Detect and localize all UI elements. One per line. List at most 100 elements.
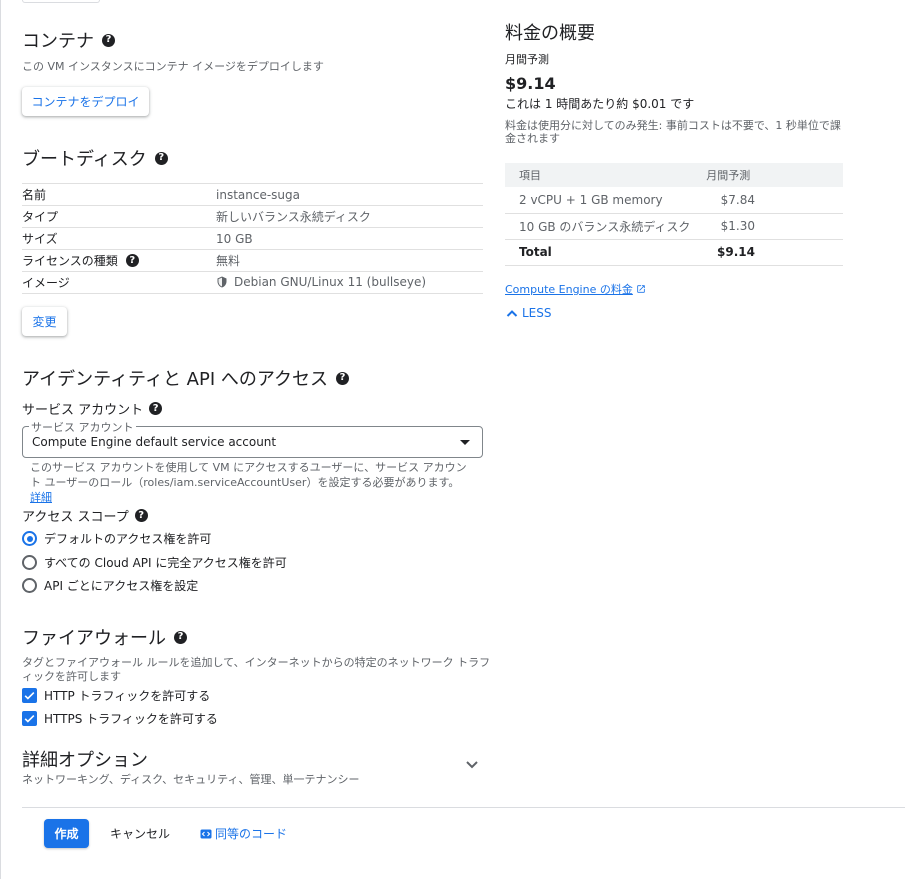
chevron-down-icon[interactable] <box>465 760 479 770</box>
chevron-up-icon <box>506 310 518 317</box>
radio-label: デフォルトのアクセス権を許可 <box>44 532 212 546</box>
http-checkbox[interactable]: HTTP トラフィックを許可する <box>22 687 210 704</box>
row-label-license: ライセンスの種類 ? <box>22 249 216 272</box>
top-tab-stub <box>22 0 100 3</box>
cost-breakdown-table: 項目 月間予測 2 vCPU + 1 GB memory $7.84 10 GB… <box>505 163 843 266</box>
table-row: 2 vCPU + 1 GB memory $7.84 <box>505 187 843 214</box>
help-icon[interactable]: ? <box>174 630 187 644</box>
https-checkbox[interactable]: HTTPS トラフィックを許可する <box>22 710 218 727</box>
radio-icon[interactable] <box>22 555 37 570</box>
total-label: Total <box>505 239 707 266</box>
table-header-row: 項目 月間予測 <box>505 163 843 187</box>
identity-title-text: アイデンティティと API へのアクセス <box>22 369 328 390</box>
table-row-total: Total $9.14 <box>505 239 843 266</box>
deploy-container-button[interactable]: コンテナをデプロイ <box>22 87 149 116</box>
help-icon[interactable]: ? <box>335 371 349 385</box>
advanced-options-subtitle: ネットワーキング、ディスク、セキュリティ、管理、単一テナンシー <box>22 773 360 786</box>
boot-disk-section-title: ブートディスク ? <box>22 145 168 171</box>
less-toggle[interactable]: LESS <box>506 306 552 320</box>
learn-more-link[interactable]: 詳細 <box>30 491 52 504</box>
row-label: サイズ <box>22 227 216 250</box>
cost-value: $7.84 <box>706 187 843 214</box>
boot-disk-title-text: ブートディスク <box>22 149 147 170</box>
equivalent-code-button[interactable]: 同等のコード <box>200 825 287 842</box>
checkbox-label: HTTPS トラフィックを許可する <box>44 712 218 726</box>
hourly-price: これは 1 時間あたり約 $0.01 です <box>505 97 695 111</box>
image-value-text: Debian GNU/Linux 11 (bullseye) <box>234 274 427 289</box>
pricing-summary-title: 料金の概要 <box>505 23 595 44</box>
help-icon[interactable]: ? <box>125 254 139 267</box>
radio-icon[interactable] <box>22 578 37 593</box>
advanced-options-title[interactable]: 詳細オプション <box>22 746 148 772</box>
checkbox-checked-icon[interactable] <box>22 688 37 703</box>
less-label: LESS <box>522 306 552 320</box>
row-value: instance-suga <box>216 183 483 206</box>
table-row: 名前 instance-suga <box>22 183 483 206</box>
firewall-title-text: ファイアウォール <box>22 628 166 649</box>
row-label: 名前 <box>22 183 216 206</box>
row-value-image: Debian GNU/Linux 11 (bullseye) <box>216 271 483 294</box>
monthly-price: $9.14 <box>505 74 556 93</box>
table-row: サイズ 10 GB <box>22 227 483 250</box>
code-icon <box>200 829 212 838</box>
help-icon[interactable]: ? <box>134 509 148 522</box>
scope-radio-default[interactable]: デフォルトのアクセス権を許可 <box>22 530 211 547</box>
firewall-description-line: ィックを許可します <box>22 670 121 683</box>
monthly-estimate-label: 月間予測 <box>505 53 549 66</box>
identity-section-title: アイデンティティと API へのアクセス ? <box>22 365 349 391</box>
change-boot-disk-button[interactable]: 変更 <box>22 307 67 336</box>
table-row: イメージ Debian GNU/Linux 11 (bullseye) <box>22 271 483 294</box>
cancel-button[interactable]: キャンセル <box>110 825 170 842</box>
license-label-text: ライセンスの種類 <box>22 254 118 268</box>
container-section-title: コンテナ ? <box>22 27 115 53</box>
page-left-border <box>0 0 1 879</box>
total-value: $9.14 <box>706 239 843 266</box>
pricing-note: 料金は使用分に対してのみ発生: 事前コストは不要で、1 秒単位で課金されます <box>505 119 841 145</box>
equivalent-code-label: 同等のコード <box>215 827 288 841</box>
service-account-select[interactable]: サービス アカウント Compute Engine default servic… <box>22 419 483 458</box>
radio-label: すべての Cloud API に完全アクセス権を許可 <box>44 556 287 570</box>
service-account-heading: サービス アカウント ? <box>22 399 163 418</box>
shield-icon <box>217 276 227 287</box>
row-value: 新しいバランス永続ディスク <box>216 205 483 228</box>
create-button[interactable]: 作成 <box>44 819 89 848</box>
scope-radio-full[interactable]: すべての Cloud API に完全アクセス権を許可 <box>22 554 287 571</box>
select-legend: サービス アカウント <box>29 419 136 435</box>
checkbox-checked-icon[interactable] <box>22 711 37 726</box>
table-row: ライセンスの種類 ? 無料 <box>22 249 483 272</box>
firewall-description-line: タグとファイアウォール ルールを追加して、インターネットからの特定のネットワーク… <box>22 656 491 669</box>
select-value: Compute Engine default service account <box>32 435 277 449</box>
footer-divider <box>22 807 905 808</box>
container-description: この VM インスタンスにコンテナ イメージをデプロイします <box>22 60 324 73</box>
scope-radio-per-api[interactable]: API ごとにアクセス権を設定 <box>22 577 198 594</box>
help-icon[interactable]: ? <box>102 33 115 47</box>
table-row: タイプ 新しいバランス永続ディスク <box>22 205 483 228</box>
column-header: 月間予測 <box>706 163 843 187</box>
radio-selected-icon[interactable] <box>22 531 37 546</box>
table-row: 10 GB のバランス永続ディスク $1.30 <box>505 213 843 240</box>
firewall-section-title: ファイアウォール ? <box>22 624 187 650</box>
cost-value: $1.30 <box>706 213 843 240</box>
dropdown-arrow-icon <box>460 440 470 445</box>
firewall-description: タグとファイアウォール ルールを追加して、インターネットからの特定のネットワーク… <box>22 656 490 684</box>
checkbox-label: HTTP トラフィックを許可する <box>44 689 211 703</box>
boot-disk-table: 名前 instance-suga タイプ 新しいバランス永続ディスク サイズ 1… <box>22 183 483 294</box>
service-account-hint: このサービス アカウントを使用して VM にアクセスするユーザーに、サービス ア… <box>30 460 470 505</box>
container-title-text: コンテナ <box>22 31 94 52</box>
access-scope-heading: アクセス スコープ ? <box>22 506 148 525</box>
row-value: 無料 <box>216 249 483 272</box>
hint-text: このサービス アカウントを使用して VM にアクセスするユーザーに、サービス ア… <box>30 461 467 489</box>
row-label: イメージ <box>22 271 216 294</box>
column-header: 項目 <box>505 163 707 187</box>
external-link-icon <box>637 285 645 293</box>
row-value: 10 GB <box>216 227 483 250</box>
radio-label: API ごとにアクセス権を設定 <box>44 579 199 593</box>
pricing-link-text: Compute Engine の料金 <box>505 283 633 296</box>
service-account-heading-text: サービス アカウント <box>22 403 144 418</box>
cost-item: 2 vCPU + 1 GB memory <box>505 187 707 214</box>
compute-engine-pricing-link[interactable]: Compute Engine の料金 <box>505 281 646 297</box>
help-icon[interactable]: ? <box>149 402 163 415</box>
cost-item: 10 GB のバランス永続ディスク <box>505 213 707 240</box>
access-scope-heading-text: アクセス スコープ <box>22 510 129 525</box>
help-icon[interactable]: ? <box>154 151 168 165</box>
